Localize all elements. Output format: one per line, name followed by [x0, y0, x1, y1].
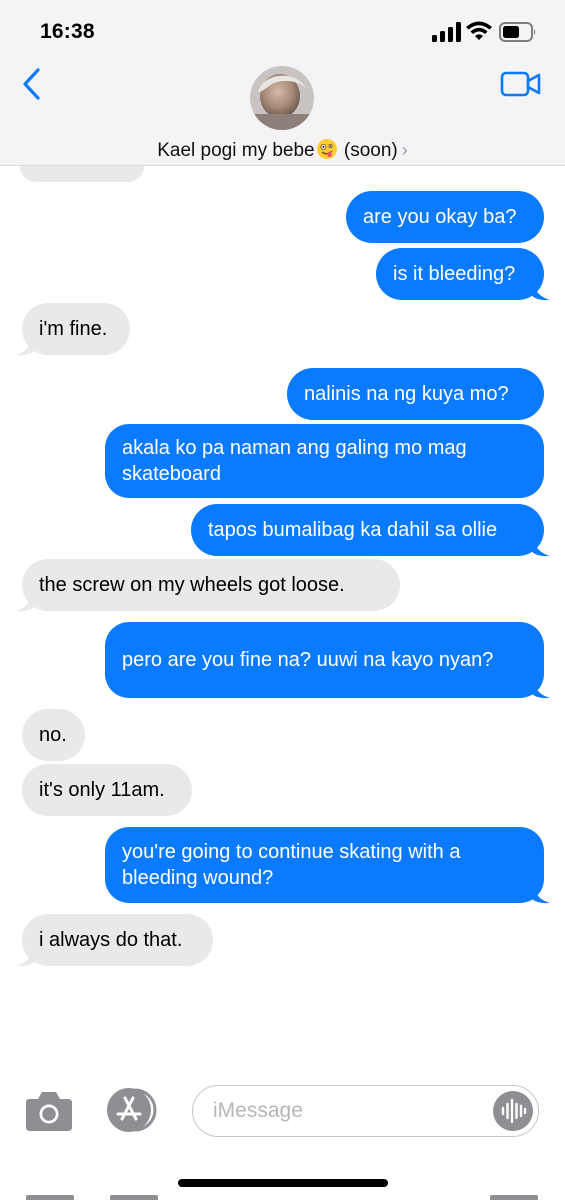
message-text: akala ko pa naman ang galing mo mag skat… [122, 437, 467, 485]
message-bubble-incoming[interactable]: i always do that. [22, 914, 213, 966]
audio-message-button[interactable] [493, 1091, 533, 1131]
back-chevron-icon [23, 68, 40, 100]
back-button[interactable] [20, 66, 46, 102]
message-bubble-incoming[interactable]: the screw on my wheels got loose. [22, 559, 400, 611]
zany-face-emoji-icon [316, 138, 338, 160]
imessage-input-field[interactable] [192, 1085, 539, 1137]
app-drawer-peek [110, 1195, 158, 1200]
status-bar: 16:38 [0, 0, 565, 60]
app-store-button[interactable] [105, 1086, 163, 1134]
message-bubble-incoming[interactable]: it's only 11am. [22, 764, 192, 816]
message-bubble-outgoing[interactable]: akala ko pa naman ang galing mo mag skat… [105, 424, 544, 498]
message-text: nalinis na ng kuya mo? [304, 383, 509, 405]
bubble-tail-incoming [16, 593, 34, 612]
bubble-tail-outgoing [532, 885, 550, 904]
message-text: pero are you fine na? uuwi na kayo nyan? [122, 649, 494, 671]
message-text: the screw on my wheels got loose. [39, 574, 345, 596]
message-text: is it bleeding? [393, 263, 516, 285]
home-indicator [178, 1179, 388, 1187]
message-input[interactable] [213, 1096, 483, 1126]
bubble-tail-incoming [16, 337, 34, 356]
video-camera-icon [500, 71, 541, 97]
audio-waveform-icon [501, 1098, 527, 1124]
app-drawer-peek [490, 1195, 538, 1200]
message-text: are you okay ba? [363, 206, 517, 228]
bubble-tail-outgoing [532, 282, 550, 301]
app-drawer-peek [26, 1195, 74, 1200]
facetime-video-button[interactable] [500, 70, 542, 98]
message-bubble-outgoing[interactable]: is it bleeding? [376, 248, 544, 300]
message-text: it's only 11am. [39, 779, 165, 801]
cellular-signal-icon [432, 22, 461, 42]
camera-icon [26, 1092, 72, 1131]
message-text: tapos bumalibag ka dahil sa ollie [208, 519, 498, 541]
message-text: no. [39, 724, 67, 746]
message-bubble-incoming[interactable]: no. [22, 709, 85, 761]
contact-name-button[interactable]: Kael pogi my bebe (soon) › [0, 138, 565, 162]
wifi-icon [466, 21, 492, 40]
message-bubble-incoming[interactable]: i'm fine. [22, 303, 130, 355]
chevron-right-icon: › [401, 140, 408, 160]
app-store-icon [107, 1088, 157, 1132]
bubble-tail-outgoing [532, 538, 550, 557]
bubble-tail-outgoing [532, 680, 550, 699]
message-bubble-outgoing[interactable]: pero are you fine na? uuwi na kayo nyan? [105, 622, 544, 698]
status-time: 16:38 [40, 20, 95, 43]
message-text: you're going to continue skating with a … [122, 841, 461, 889]
bubble-tail-incoming [16, 948, 34, 967]
battery-icon [499, 22, 536, 42]
contact-name-suffix: (soon) [338, 140, 398, 161]
message-bubble-outgoing[interactable]: nalinis na ng kuya mo? [287, 368, 544, 420]
message-bubble-outgoing[interactable]: are you okay ba? [346, 191, 544, 243]
message-bubble-outgoing[interactable]: you're going to continue skating with a … [105, 827, 544, 903]
message-text: i always do that. [39, 929, 183, 951]
camera-button[interactable] [24, 1087, 74, 1133]
message-text: i'm fine. [39, 318, 108, 340]
message-bubble-outgoing[interactable]: tapos bumalibag ka dahil sa ollie [191, 504, 544, 556]
contact-avatar[interactable] [250, 66, 314, 130]
contact-name-prefix: Kael pogi my bebe [157, 140, 315, 161]
